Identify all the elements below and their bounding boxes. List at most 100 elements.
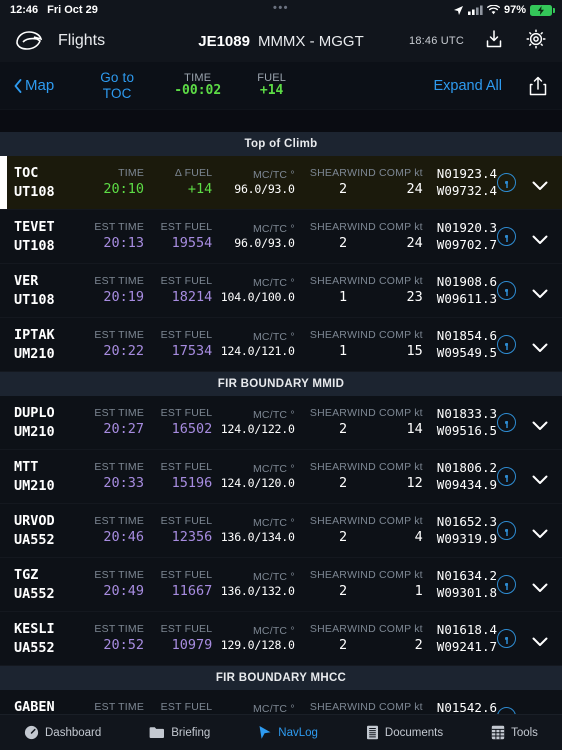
- waypoint-airway: UM210: [14, 423, 76, 441]
- fuel-value: 12356: [144, 528, 212, 546]
- shear-cell: SHEAR1: [295, 328, 347, 360]
- shear-value: 2: [295, 234, 347, 252]
- course-value: 136.0/134.0: [212, 530, 294, 546]
- gear-icon[interactable]: [524, 27, 548, 56]
- row-more-button[interactable]: [497, 227, 516, 246]
- time-delta-indicator: TIME -00:02: [174, 72, 221, 99]
- waypoint-airway: UA552: [14, 585, 76, 603]
- shear-cell: SHEAR2: [295, 460, 347, 492]
- goto-toc-button[interactable]: Go to TOC: [100, 70, 134, 100]
- tab-tools[interactable]: Tools: [491, 725, 538, 740]
- row-more-button[interactable]: [497, 173, 516, 192]
- course-header: MC/TC °: [212, 276, 294, 290]
- wind-header: WIND COMP kt: [347, 568, 423, 582]
- waypoint-airway: UA552: [14, 531, 76, 549]
- tab-briefing[interactable]: Briefing: [149, 726, 210, 739]
- battery-charging-icon: [530, 5, 552, 16]
- chevron-down-icon[interactable]: [532, 526, 548, 536]
- wind-header: WIND COMP kt: [347, 166, 423, 180]
- row-more-button[interactable]: [497, 467, 516, 486]
- table-row[interactable]: KESLIUA552EST TIME20:52EST FUEL10979MC/T…: [0, 612, 562, 666]
- row-actions: [497, 413, 562, 432]
- coordinates-cell: N01920.3W09702.7: [423, 220, 497, 254]
- waypoint-cell: TGZUA552: [14, 566, 76, 602]
- time-value: 20:33: [76, 474, 144, 492]
- row-more-button[interactable]: [497, 335, 516, 354]
- chevron-down-icon[interactable]: [532, 178, 548, 188]
- current-row-indicator: [0, 156, 7, 209]
- row-more-button[interactable]: [497, 629, 516, 648]
- table-row[interactable]: TOCUT108TIME20:10Δ FUEL+14MC/TC °96.0/93…: [0, 156, 562, 210]
- latitude-value: N01833.3: [437, 406, 497, 423]
- tab-dashboard[interactable]: Dashboard: [24, 725, 101, 740]
- time-header: EST TIME: [76, 274, 144, 288]
- fuel-cell: EST FUEL11667: [144, 568, 212, 600]
- row-more-button[interactable]: [497, 281, 516, 300]
- shear-cell: SHEAR2: [295, 406, 347, 438]
- waypoint-airway: UM210: [14, 477, 76, 495]
- download-inbox-icon[interactable]: [484, 28, 504, 55]
- waypoint-airway: UT108: [14, 237, 76, 255]
- latitude-value: N01920.3: [437, 220, 497, 237]
- chevron-down-icon[interactable]: [532, 232, 548, 242]
- shear-cell: SHEAR2: [295, 220, 347, 252]
- utc-clock: 18:46 UTC: [409, 35, 464, 47]
- row-more-button[interactable]: [497, 413, 516, 432]
- row-actions: [497, 173, 562, 192]
- wind-cell: WIND COMP kt24: [347, 166, 423, 198]
- latitude-value: N01923.4: [437, 166, 497, 183]
- time-cell: EST TIME20:22: [76, 328, 144, 360]
- table-row[interactable]: VERUT108EST TIME20:19EST FUEL18214MC/TC …: [0, 264, 562, 318]
- chevron-down-icon[interactable]: [532, 340, 548, 350]
- chevron-down-icon[interactable]: [532, 286, 548, 296]
- row-actions: [497, 281, 562, 300]
- waypoint-cell: IPTAKUM210: [14, 326, 76, 362]
- shear-header: SHEAR: [295, 328, 347, 342]
- table-row[interactable]: DUPLOUM210EST TIME20:27EST FUEL16502MC/T…: [0, 396, 562, 450]
- wind-header: WIND COMP kt: [347, 622, 423, 636]
- fuel-header: EST FUEL: [144, 220, 212, 234]
- chevron-down-icon[interactable]: [532, 472, 548, 482]
- course-value: 96.0/93.0: [212, 182, 294, 198]
- share-icon[interactable]: [528, 75, 548, 97]
- wind-header: WIND COMP kt: [347, 220, 423, 234]
- longitude-value: W09434.9: [437, 477, 497, 494]
- flights-label[interactable]: Flights: [58, 32, 105, 50]
- row-more-button[interactable]: [497, 521, 516, 540]
- time-value: 20:46: [76, 528, 144, 546]
- table-row[interactable]: IPTAKUM210EST TIME20:22EST FUEL17534MC/T…: [0, 318, 562, 372]
- status-left: 12:46 Fri Oct 29: [10, 4, 98, 16]
- shear-cell: SHEAR2: [295, 514, 347, 546]
- fuel-value: 18214: [144, 288, 212, 306]
- shear-header: SHEAR: [295, 622, 347, 636]
- chevron-down-icon[interactable]: [532, 580, 548, 590]
- fuel-header: EST FUEL: [144, 700, 212, 714]
- waypoint-name: KESLI: [14, 620, 76, 638]
- wind-header: WIND COMP kt: [347, 514, 423, 528]
- tab-documents[interactable]: Documents: [366, 725, 443, 740]
- tab-navlog[interactable]: NavLog: [258, 725, 318, 740]
- coordinates-cell: N01923.4W09732.4: [423, 166, 497, 200]
- row-more-button[interactable]: [497, 575, 516, 594]
- course-cell: MC/TC °136.0/132.0: [212, 570, 294, 600]
- fuel-cell: EST FUEL18214: [144, 274, 212, 306]
- expand-all-button[interactable]: Expand All: [433, 78, 502, 94]
- section-separator: Top of Climb: [0, 132, 562, 156]
- course-cell: MC/TC °136.0/134.0: [212, 516, 294, 546]
- shear-header: SHEAR: [295, 568, 347, 582]
- navlog-list[interactable]: Top of ClimbTOCUT108TIME20:10Δ FUEL+14MC…: [0, 110, 562, 750]
- longitude-value: W09732.4: [437, 183, 497, 200]
- chevron-down-icon[interactable]: [532, 634, 548, 644]
- waypoint-cell: MTTUM210: [14, 458, 76, 494]
- chevron-down-icon[interactable]: [532, 418, 548, 428]
- table-row[interactable]: URVODUA552EST TIME20:46EST FUEL12356MC/T…: [0, 504, 562, 558]
- fuel-cell: EST FUEL16502: [144, 406, 212, 438]
- navlog-app: 12:46 Fri Oct 29 ••• 97%: [0, 0, 562, 750]
- table-row[interactable]: MTTUM210EST TIME20:33EST FUEL15196MC/TC …: [0, 450, 562, 504]
- course-cell: MC/TC °124.0/122.0: [212, 408, 294, 438]
- status-dots-icon: •••: [273, 2, 289, 14]
- table-row[interactable]: TEVETUT108EST TIME20:13EST FUEL19554MC/T…: [0, 210, 562, 264]
- table-row[interactable]: TGZUA552EST TIME20:49EST FUEL11667MC/TC …: [0, 558, 562, 612]
- back-to-map-button[interactable]: Map: [14, 77, 54, 94]
- waypoint-name: VER: [14, 272, 76, 290]
